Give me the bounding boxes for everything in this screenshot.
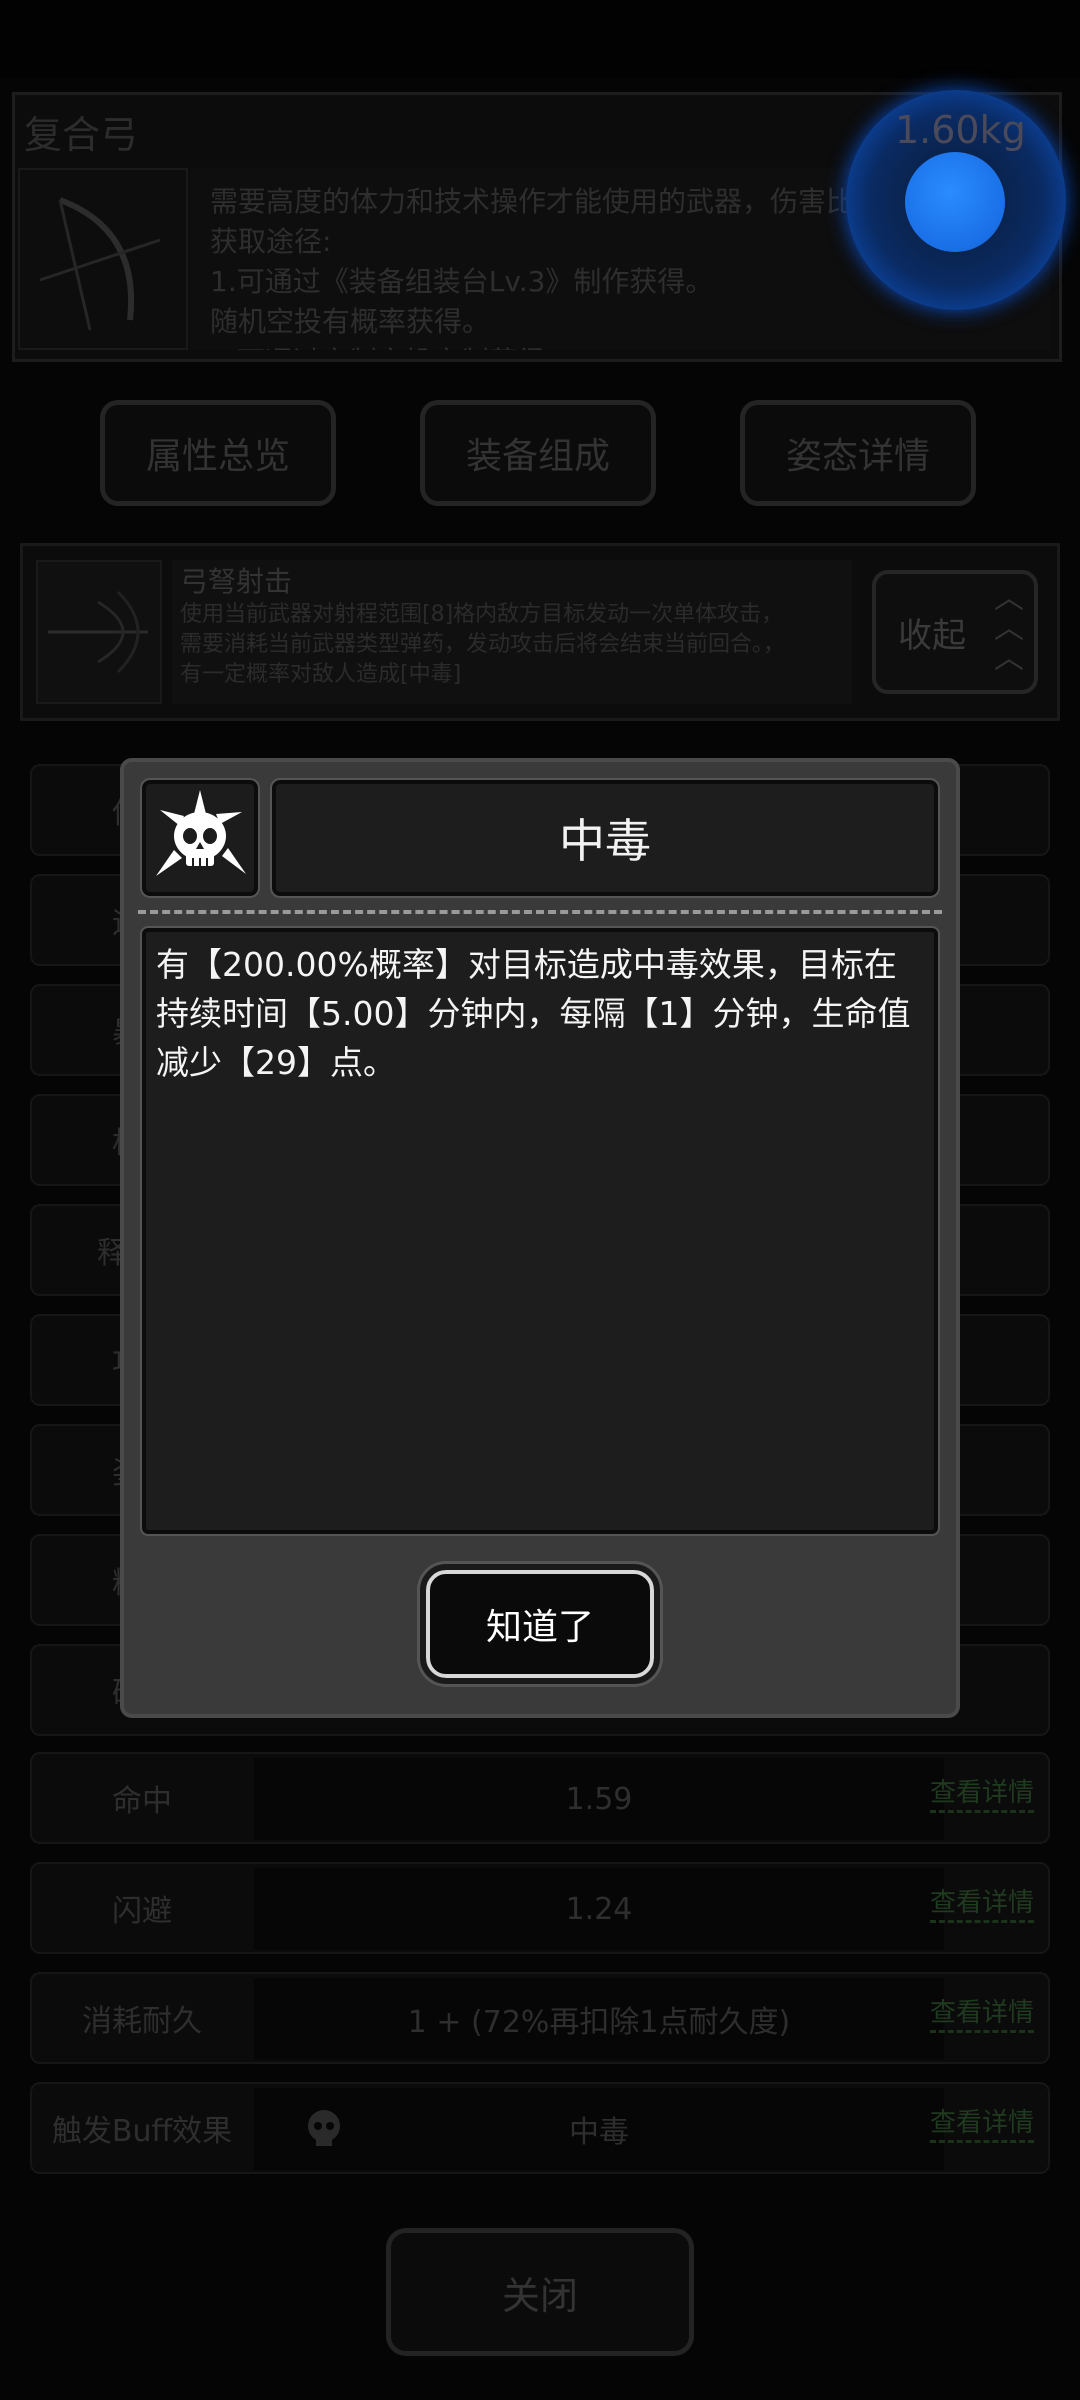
collapse-label: 收起 [898,615,966,656]
buff-name: 中毒 [569,2115,629,2150]
poison-skull-icon [140,778,260,898]
close-button[interactable]: 关闭 [386,2228,694,2356]
item-desc-line: 2.可通过定制空投定制获得 [210,342,1030,350]
skill-title: 弓弩射击 [180,565,293,598]
joystick-knob[interactable] [905,152,1005,252]
item-name: 复合弓 [24,113,139,157]
stat-label: 闪避 [112,1894,172,1929]
collapse-button[interactable]: 收起 ︿ ︿ ︿ [872,570,1038,694]
stat-label: 命中 [112,1784,172,1819]
dialog-divider [138,910,942,914]
skill-desc-line: 使用当前武器对射程范围[8]格内敌方目标发动一次单体攻击， [180,602,784,627]
bow-icon [18,168,188,350]
tab-stance-details[interactable]: 姿态详情 [740,400,976,506]
view-details-link[interactable]: 查看详情 [929,1996,1034,2033]
stat-label: 触发Buff效果 [51,2114,233,2149]
skill-description: 弓弩射击 使用当前武器对射程范围[8]格内敌方目标发动一次单体攻击， 需要消耗当… [172,560,852,704]
status-bar [0,0,1080,78]
arrow-shot-icon [36,560,162,704]
stat-value: 1.24 [254,1868,944,1950]
item-weight: 1.60kg [895,108,1026,152]
stat-row-buff: 触发Buff效果 中毒 查看详情 [30,2082,1050,2174]
stat-row-dodge: 闪避 1.24 查看详情 [30,1862,1050,1954]
view-details-link[interactable]: 查看详情 [929,1776,1034,1813]
item-desc-line: 随机空投有概率获得。 [210,305,491,338]
dialog-title: 中毒 [270,778,940,898]
stat-value: 1.59 [254,1758,944,1840]
skill-desc-line: 有一定概率对敌人造成[中毒] [180,662,462,687]
skull-icon [308,2110,340,2146]
chevron-up-icon: ︿ ︿ ︿ [994,581,1024,676]
skill-desc-line: 需要消耗当前武器类型弹药，发动攻击后将会结束当前回合。， [180,632,786,657]
stat-value: 1 + (72%再扣除1点耐久度) [254,1978,944,2060]
acknowledge-button[interactable]: 知道了 [420,1564,660,1684]
tab-attributes-overview[interactable]: 属性总览 [100,400,336,506]
view-details-link[interactable]: 查看详情 [929,1886,1034,1923]
stat-row-hit: 命中 1.59 查看详情 [30,1752,1050,1844]
tab-equipment-composition[interactable]: 装备组成 [420,400,656,506]
view-details-link[interactable]: 查看详情 [929,2106,1034,2143]
stat-row-durability: 消耗耐久 1 + (72%再扣除1点耐久度) 查看详情 [30,1972,1050,2064]
stat-value: 中毒 [254,2088,944,2170]
stat-label: 消耗耐久 [82,2004,202,2039]
dialog-body-text: 有【200.00%概率】对目标造成中毒效果，目标在持续时间【5.00】分钟内，每… [140,926,940,1536]
